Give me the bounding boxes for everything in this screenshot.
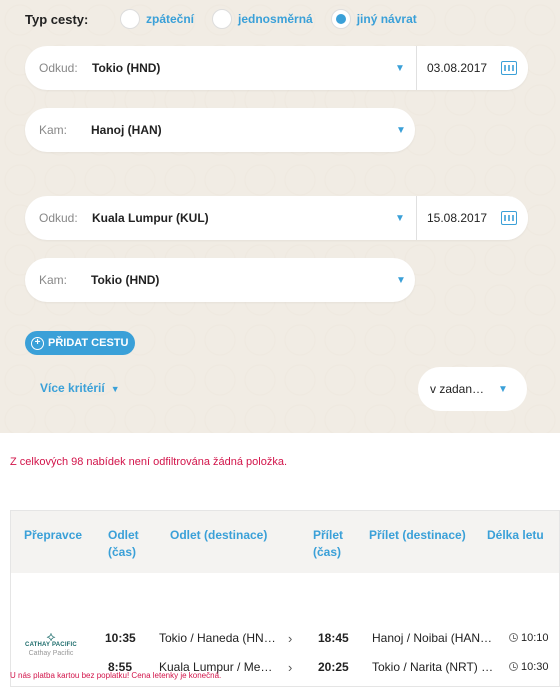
radio-icon [120, 9, 140, 29]
add-trip-label: PŘIDAT CESTU [48, 337, 129, 349]
radio-return-label: zpáteční [146, 12, 195, 26]
departure-destination: Tokio / Haneda (HN… [159, 631, 276, 645]
header-departure-destination[interactable]: Odlet (destinace) [170, 527, 267, 544]
clock-icon [509, 662, 518, 671]
chevron-down-icon[interactable]: ▼ [387, 275, 415, 286]
search-panel: Typ cesty: zpáteční jednosměrná jiný náv… [0, 0, 560, 433]
date-field-1[interactable]: 03.08.2017 [416, 46, 528, 90]
table-row[interactable]: 10:35 Tokio / Haneda (HN… › 18:45 Hanoj … [11, 627, 560, 649]
sort-select[interactable]: v zadan… ▼ [418, 367, 527, 411]
to-field-2[interactable]: Kam: Tokio (HND) ▼ [25, 258, 415, 302]
header-carrier[interactable]: Přepravce [24, 527, 82, 544]
radio-multi-city-label: jiný návrat [356, 12, 417, 26]
arrival-destination: Tokio / Narita (NRT) … [372, 660, 494, 674]
filter-note: Z celkových 98 nabídek není odfiltrována… [10, 456, 288, 468]
radio-multi-city[interactable]: jiný návrat [330, 9, 417, 29]
from-value: Kuala Lumpur (KUL) [92, 211, 209, 225]
chevron-down-icon[interactable]: ▼ [386, 63, 414, 74]
calendar-icon[interactable] [501, 61, 517, 75]
flight-duration: 10:30 [509, 661, 549, 673]
arrival-time: 20:25 [318, 660, 349, 674]
clock-icon [509, 633, 518, 642]
chevron-right-icon: › [288, 659, 293, 675]
to-label: Kam: [39, 123, 68, 137]
chevron-right-icon: › [288, 630, 293, 646]
trip-type-label: Typ cesty: [25, 11, 89, 27]
radio-icon [212, 9, 233, 29]
to-value: Hanoj (HAN) [91, 123, 162, 137]
sort-select-value: v zadan… [430, 382, 485, 396]
chevron-down-icon: ▼ [498, 383, 508, 395]
to-label: Kam: [39, 273, 68, 287]
results-table: Přepravce Odlet (čas) Odlet (destinace) P… [10, 510, 560, 687]
results-table-header: Přepravce Odlet (čas) Odlet (destinace) P… [11, 511, 559, 573]
from-value: Tokio (HND) [92, 61, 161, 75]
chevron-down-icon: ▼ [110, 384, 120, 394]
header-departure-time[interactable]: Odlet (čas) [108, 527, 139, 561]
radio-one-way-label: jednosměrná [238, 12, 313, 26]
to-value: Tokio (HND) [91, 273, 160, 287]
radio-checked-icon [330, 9, 351, 29]
flight-duration: 10:10 [509, 632, 549, 644]
plus-circle-icon: + [31, 336, 44, 350]
more-criteria-label: Více kritérií [40, 381, 105, 395]
payment-note: U nás platba kartou bez poplatku! Cena l… [10, 671, 222, 680]
departure-time: 10:35 [105, 631, 136, 645]
to-field-1[interactable]: Kam: Hanoj (HAN) ▼ [25, 108, 415, 152]
radio-return[interactable]: zpáteční [120, 9, 194, 29]
date-value: 03.08.2017 [427, 61, 488, 75]
header-arrival-destination[interactable]: Přílet (destinace) [369, 527, 466, 544]
header-arrival-time[interactable]: Přílet (čas) [313, 527, 343, 561]
from-label: Odkud: [39, 61, 78, 75]
chevron-down-icon[interactable]: ▼ [387, 125, 415, 136]
add-trip-button[interactable]: + PŘIDAT CESTU [25, 331, 135, 355]
from-label: Odkud: [39, 211, 78, 225]
date-value: 15.08.2017 [427, 211, 488, 225]
arrival-destination: Hanoj / Noibai (HAN… [372, 631, 493, 645]
arrival-time: 18:45 [318, 631, 349, 645]
header-duration[interactable]: Délka letu [487, 527, 544, 544]
more-criteria-link[interactable]: Více kritérií ▼ [40, 381, 120, 395]
chevron-down-icon[interactable]: ▼ [386, 213, 414, 224]
trip-type-selector: Typ cesty: zpáteční jednosměrná jiný náv… [25, 9, 435, 29]
radio-one-way[interactable]: jednosměrná [212, 9, 313, 29]
calendar-icon[interactable] [501, 211, 517, 225]
date-field-2[interactable]: 15.08.2017 [416, 196, 528, 240]
